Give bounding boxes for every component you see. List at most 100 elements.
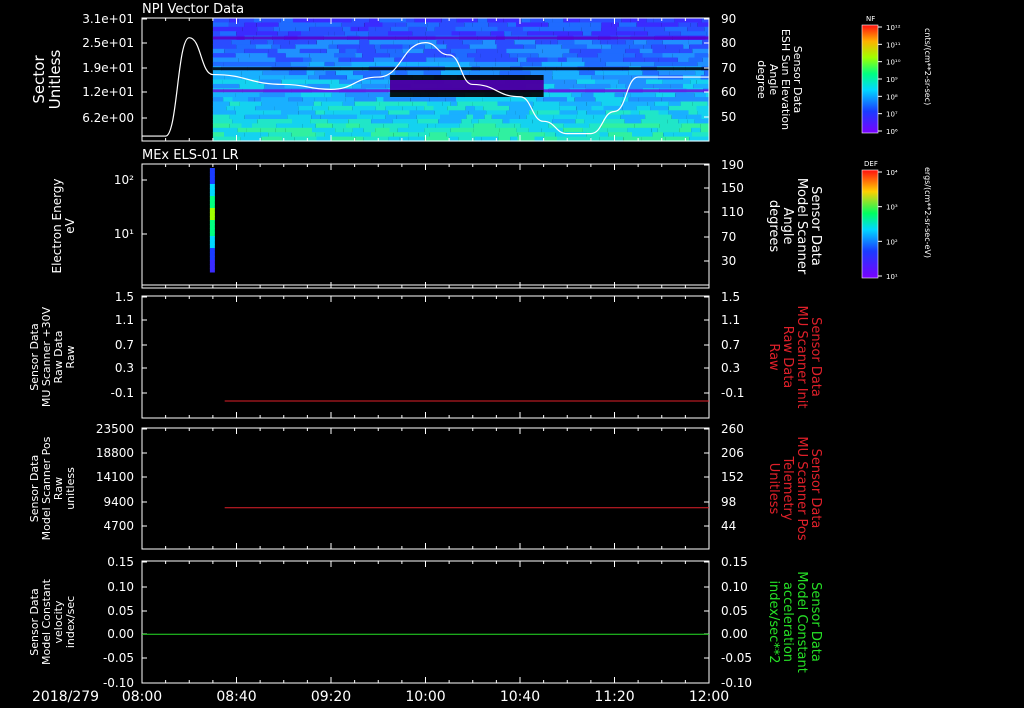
left-tick-label: 23500 [96, 422, 134, 436]
colorbar-tick-label: 10¹ [886, 273, 898, 281]
left-axis-label: unitless [64, 467, 77, 510]
left-axis-label: Electron Energy [50, 178, 64, 273]
left-tick-label: 1.1 [115, 313, 134, 327]
colorbar-tick-label: 10¹¹ [886, 41, 901, 49]
left-tick-label: 10¹ [114, 227, 134, 241]
panel-frame [141, 427, 710, 550]
right-tick-label: 60 [721, 85, 736, 99]
left-tick-label: 0.7 [115, 338, 134, 352]
right-tick-label: 0.10 [721, 580, 748, 594]
right-tick-label: 1.5 [721, 290, 740, 304]
panel-title-els: MEx ELS-01 LR [142, 148, 239, 163]
right-tick-label: 1.1 [721, 313, 740, 327]
right-axis-label: Sensor Data [808, 582, 823, 662]
panel-npi-vector: 3.1e+01 2.5e+01 1.9e+01 1.2e+01 6.2e+00 90 80 7… [30, 12, 804, 142]
colorbar-tick-label: 10⁸ [886, 93, 898, 101]
right-tick-label: 0.05 [721, 604, 748, 618]
right-tick-label: 90 [721, 12, 736, 26]
left-tick-label: 3.1e+01 [82, 12, 134, 26]
right-tick-label: 260 [721, 422, 744, 436]
colorbar-tick-label: 10¹² [886, 24, 901, 32]
left-tick-label: 9400 [103, 495, 134, 509]
left-tick-label: 0.15 [107, 555, 134, 569]
time-tick-label: 10:40 [500, 689, 540, 705]
colorbar-tick-label: 10⁴ [886, 169, 898, 177]
right-axis-label: Model Constant [794, 571, 809, 673]
time-tick-label: 08:00 [122, 689, 162, 705]
npi-heatmap [212, 18, 709, 142]
left-axis-label: Raw [64, 345, 77, 368]
colorbar-def-title: DEF [864, 160, 878, 168]
panel-model-constant: 0.15 0.10 0.05 0.00 -0.05 -0.10 0.15 0.10 0.05 0.… [28, 555, 823, 690]
right-tick-label: 206 [721, 446, 744, 460]
right-tick-label: 0.3 [721, 361, 740, 375]
right-axis-label: Unitless [766, 463, 781, 515]
time-tick-label: 12:00 [689, 689, 729, 705]
right-axis-label: Raw Data [780, 326, 795, 389]
right-tick-label: 190 [721, 158, 744, 172]
left-tick-label: 2.5e+01 [82, 36, 134, 50]
panel-els: 10² 10¹ 190 150 110 70 30 Electron Energy eV Sens… [50, 158, 823, 289]
left-tick-label: 0.10 [107, 580, 134, 594]
colorbar-tick-label: 10⁹ [886, 76, 898, 84]
left-tick-label: 1.9e+01 [82, 61, 134, 75]
right-tick-label: -0.05 [721, 651, 752, 665]
panel-frame [141, 295, 710, 419]
els-heatmap [209, 168, 215, 273]
colorbar-nf-title: NF [866, 15, 875, 23]
left-tick-label: 0.3 [115, 361, 134, 375]
left-tick-label: 1.5 [115, 290, 134, 304]
colorbar-tick-label: 10⁶ [886, 128, 898, 136]
right-axis-label: degree [755, 60, 768, 99]
right-tick-label: 110 [721, 205, 744, 219]
right-tick-label: 152 [721, 470, 744, 484]
left-tick-label: -0.05 [103, 651, 134, 665]
colorbar-def-units: ergs/(cm**2-sr-sec-eV) [923, 167, 932, 258]
time-axis: 08:00 08:40 09:20 10:00 10:40 11:20 12:00 [122, 689, 729, 705]
right-axis-label: MU Scanner Init [794, 306, 809, 409]
panel-scanner-pos: 23500 18800 14100 9400 4700 260 206 152 98 44 Sens… [28, 422, 823, 550]
right-tick-label: 44 [721, 519, 736, 533]
right-tick-label: 80 [721, 36, 736, 50]
colorbar-tick-label: 10³ [886, 204, 898, 212]
left-tick-label: 0.00 [107, 627, 134, 641]
right-tick-label: 70 [721, 61, 736, 75]
right-axis-label: index/sec**2 [766, 580, 781, 663]
time-tick-label: 09:20 [311, 689, 351, 705]
colorbar-nf-units: cnts/(cm**2-sr-sec) [923, 28, 932, 105]
right-tick-label: 0.15 [721, 555, 748, 569]
colorbar-def: DEF 10⁴ 10³ 10² 10¹ ergs/(cm**2-sr-sec-eV) [861, 160, 932, 281]
right-axis-label: Sensor Data [808, 449, 823, 529]
panel-frame [141, 163, 710, 289]
left-tick-label: 0.05 [107, 604, 134, 618]
right-axis-label: Angle [780, 208, 795, 245]
panel-mu-scanner-30v: 1.5 1.1 0.7 0.3 -0.1 1.5 1.1 0.7 0.3 -0.1 Sensor D… [28, 290, 823, 419]
right-tick-label: 0.00 [721, 627, 748, 641]
date-label: 2018/279 [32, 689, 99, 705]
time-tick-label: 08:40 [216, 689, 256, 705]
left-tick-label: -0.10 [103, 676, 134, 690]
left-tick-label: 18800 [96, 446, 134, 460]
right-axis-label: degrees [766, 200, 781, 253]
colorbar-tick-label: 10¹⁰ [886, 59, 901, 67]
time-tick-label: 10:00 [405, 689, 445, 705]
left-tick-label: -0.1 [111, 386, 134, 400]
right-axis-label: MU Scanner Pos [794, 436, 809, 541]
right-axis-label: Model Scanner [794, 178, 809, 275]
right-tick-label: -0.10 [721, 676, 752, 690]
left-tick-label: 4700 [103, 519, 134, 533]
right-axis-label: acceleration [780, 582, 795, 662]
panel-title-npi: NPI Vector Data [142, 2, 244, 17]
time-tick-label: 11:20 [594, 689, 634, 705]
left-axis-label: eV [63, 217, 77, 233]
colorbar-tick-label: 10⁷ [886, 111, 898, 119]
left-axis-label: index/sec [64, 596, 77, 648]
panel-frame [141, 560, 710, 684]
right-tick-label: 70 [721, 230, 736, 244]
left-tick-label: 1.2e+01 [82, 85, 134, 99]
right-tick-label: 50 [721, 110, 736, 124]
left-tick-label: 10² [114, 173, 134, 187]
right-tick-label: 0.7 [721, 338, 740, 352]
colorbar-tick-label: 10² [886, 238, 898, 246]
right-tick-label: 30 [721, 254, 736, 268]
